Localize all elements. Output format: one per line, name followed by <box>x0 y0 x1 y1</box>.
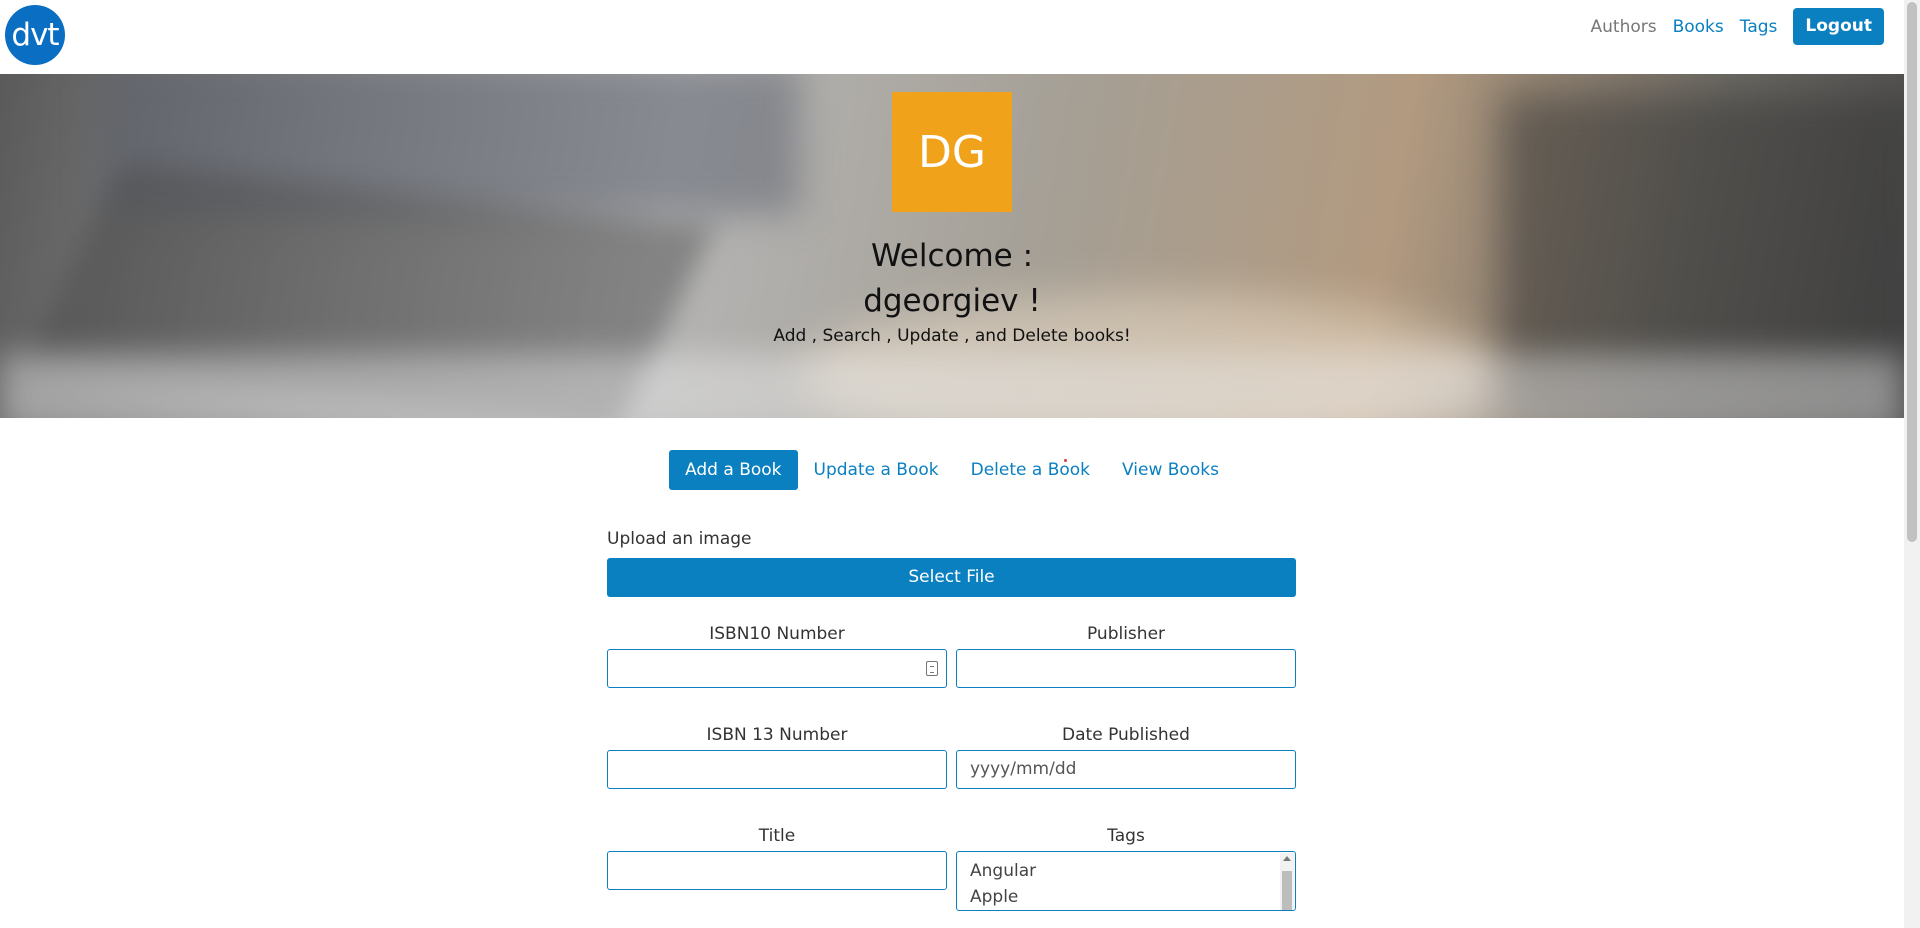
date-published-label: Date Published <box>1062 725 1190 745</box>
welcome-username: dgeorgiev ! <box>863 283 1041 319</box>
form-row-title-tags: Title Tags Angular Apple <box>607 821 1296 911</box>
tab-delete-book[interactable]: Delete a Book <box>955 450 1106 490</box>
tab-add-book[interactable]: Add a Book <box>669 450 798 490</box>
tab-update-book[interactable]: Update a Book <box>798 450 955 490</box>
tab-view-books[interactable]: View Books <box>1106 450 1235 490</box>
page-scroll-thumb[interactable] <box>1907 2 1917 542</box>
welcome-line-1: Welcome : <box>870 238 1034 274</box>
date-published-input[interactable]: yyyy/mm/dd <box>956 750 1296 789</box>
tags-select[interactable]: Angular Apple <box>956 851 1296 911</box>
cursor-marker <box>1064 459 1067 462</box>
tags-option[interactable]: Angular <box>970 858 1295 884</box>
brand-logo[interactable]: dvt <box>5 5 65 65</box>
tags-group: Tags Angular Apple <box>956 821 1296 911</box>
publisher-input[interactable] <box>956 649 1296 688</box>
isbn13-input[interactable] <box>607 750 947 789</box>
select-file-button[interactable]: Select File <box>607 558 1296 597</box>
add-book-form: Upload an image Select File ISBN10 Numbe… <box>607 520 1296 911</box>
page-scrollbar[interactable] <box>1904 0 1920 928</box>
isbn13-group: ISBN 13 Number <box>607 720 947 789</box>
upload-image-label: Upload an image <box>607 529 752 549</box>
tags-label: Tags <box>1107 826 1145 846</box>
publisher-group: Publisher <box>956 619 1296 688</box>
book-action-tabs: Add a Book Update a Book Delete a Book V… <box>0 450 1904 490</box>
user-avatar: DG <box>892 92 1012 212</box>
tags-scroll-thumb[interactable] <box>1282 871 1292 910</box>
isbn10-input[interactable] <box>607 649 947 688</box>
navbar: dvt Authors Books Tags Logout <box>0 0 1904 74</box>
isbn10-label: ISBN10 Number <box>709 624 845 644</box>
form-row-isbn10-publisher: ISBN10 Number Publisher <box>607 619 1296 688</box>
title-group: Title <box>607 821 947 911</box>
hero-background-light <box>0 354 1904 418</box>
autofill-contact-icon[interactable] <box>926 661 938 676</box>
title-input[interactable] <box>607 851 947 890</box>
tags-scrollbar[interactable] <box>1280 853 1294 910</box>
nav-links: Authors Books Tags Logout <box>1575 8 1884 45</box>
date-published-group: Date Published yyyy/mm/dd <box>956 720 1296 789</box>
isbn10-group: ISBN10 Number <box>607 619 947 688</box>
date-published-placeholder: yyyy/mm/dd <box>970 759 1077 779</box>
hero-banner: DG Welcome : dgeorgiev ! Add , Search , … <box>0 74 1904 418</box>
form-row-isbn13-date: ISBN 13 Number Date Published yyyy/mm/dd <box>607 720 1296 789</box>
scroll-up-arrow-icon[interactable] <box>1283 856 1291 861</box>
publisher-label: Publisher <box>1086 624 1166 644</box>
isbn13-label: ISBN 13 Number <box>706 725 848 745</box>
nav-tags-link[interactable]: Tags <box>1740 17 1778 37</box>
title-label: Title <box>758 826 796 846</box>
nav-books-link[interactable]: Books <box>1673 17 1724 37</box>
welcome-heading: Welcome : dgeorgiev ! <box>752 234 1152 324</box>
logout-button[interactable]: Logout <box>1793 8 1884 45</box>
tags-option[interactable]: Apple <box>970 884 1295 910</box>
hero-subtitle: Add , Search , Update , and Delete books… <box>773 326 1131 346</box>
nav-authors-link[interactable]: Authors <box>1591 17 1657 37</box>
